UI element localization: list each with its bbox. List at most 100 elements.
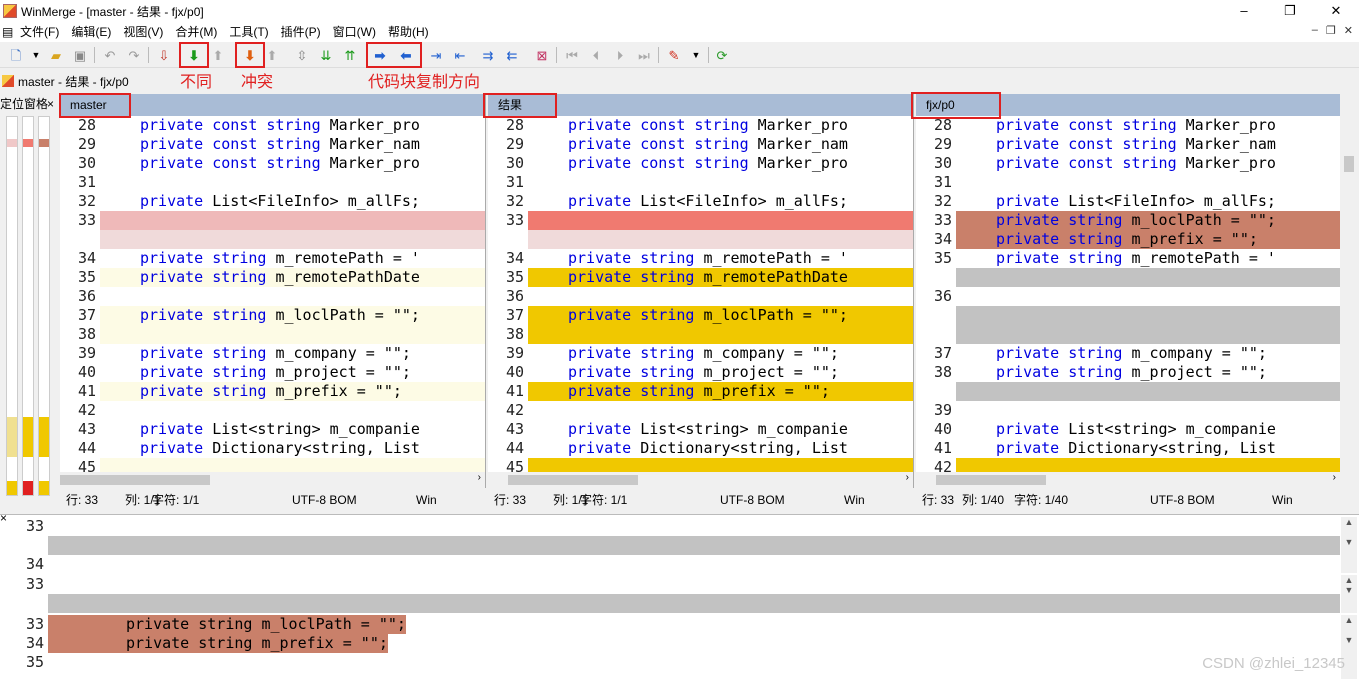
copy-right-advance-icon[interactable]: ⇥: [426, 45, 446, 65]
first-diff-green-icon[interactable]: ⇊: [316, 45, 336, 65]
code-line[interactable]: 38: [488, 325, 913, 344]
horizontal-scrollbar[interactable]: ›: [60, 472, 485, 488]
undo-icon[interactable]: ↶: [100, 45, 120, 65]
copy-right-icon[interactable]: ➡: [370, 45, 390, 65]
code-line[interactable]: 35 private string m_remotePathDate: [488, 268, 913, 287]
mdi-close-button[interactable]: ✕: [1344, 24, 1353, 37]
code-line[interactable]: 36: [60, 287, 485, 306]
mdi-minimize-button[interactable]: –: [1312, 24, 1318, 37]
code-line[interactable]: 34 private string m_remotePath = ': [488, 249, 913, 268]
detail-scrollbar-result[interactable]: ▲ ▼: [1341, 575, 1357, 613]
code-line[interactable]: 33: [488, 211, 913, 230]
detail-line[interactable]: 34 private string m_prefix = "";: [10, 634, 1340, 653]
detail-line[interactable]: 33 private string m_loclPath = "";: [10, 615, 1340, 634]
document-tab[interactable]: master - 结果 - fjx/p0: [0, 70, 129, 92]
detail-block-result[interactable]: 33: [10, 575, 1340, 613]
code-line[interactable]: 31: [488, 173, 913, 192]
menu-edit[interactable]: 编辑(E): [65, 22, 117, 42]
refresh-icon[interactable]: ⟳: [712, 45, 732, 65]
code-line[interactable]: 38: [60, 325, 485, 344]
code-line[interactable]: 31: [60, 173, 485, 192]
doc-menu-icon[interactable]: ▤: [0, 22, 14, 42]
code-line[interactable]: 32 private List<FileInfo> m_allFs;: [916, 192, 1340, 211]
menu-tools[interactable]: 工具(T): [223, 22, 274, 42]
code-line[interactable]: 40 private string m_project = "";: [60, 363, 485, 382]
maximize-button[interactable]: ❐: [1267, 0, 1313, 22]
location-bar-right[interactable]: [38, 116, 50, 496]
code-line[interactable]: 32 private List<FileInfo> m_allFs;: [60, 192, 485, 211]
prev-diff-icon[interactable]: ⬆: [208, 45, 228, 65]
code-line[interactable]: 35 private string m_remotePath = ': [916, 249, 1340, 268]
code-line[interactable]: 41 private string m_prefix = "";: [60, 382, 485, 401]
next-conflict-icon[interactable]: ⬇: [240, 45, 260, 65]
code-line[interactable]: [916, 306, 1340, 325]
detail-scrollbar-master[interactable]: ▲ ▼: [1341, 517, 1357, 573]
detail-block-fjx-p0[interactable]: 33 private string m_loclPath = ""; 34 priva…: [10, 615, 1340, 672]
mdi-restore-button[interactable]: ❐: [1326, 24, 1336, 37]
minimize-button[interactable]: –: [1221, 0, 1267, 22]
code-line[interactable]: 32 private List<FileInfo> m_allFs;: [488, 192, 913, 211]
options-icon[interactable]: ✎: [664, 45, 684, 65]
copy-all-right-icon[interactable]: ⇉: [478, 45, 498, 65]
code-line[interactable]: 36: [916, 287, 1340, 306]
code-line[interactable]: 35 private string m_remotePathDate: [60, 268, 485, 287]
code-view[interactable]: 28 private const string Marker_pro 29 priva…: [916, 116, 1340, 477]
detail-line[interactable]: 35: [10, 653, 1340, 672]
detail-line[interactable]: 34: [10, 555, 1340, 574]
code-line[interactable]: 36: [488, 287, 913, 306]
code-line[interactable]: 44 private Dictionary<string, List: [488, 439, 913, 458]
code-line[interactable]: 40 private List<string> m_companie: [916, 420, 1340, 439]
code-line[interactable]: 28 private const string Marker_pro: [60, 116, 485, 135]
menu-help[interactable]: 帮助(H): [382, 22, 435, 42]
next-diff-icon[interactable]: ⬇: [184, 45, 204, 65]
code-line[interactable]: 42: [488, 401, 913, 420]
last-diff-green-icon[interactable]: ⇈: [340, 45, 360, 65]
location-bar-left[interactable]: [6, 116, 18, 496]
location-pane-close-icon[interactable]: ×: [47, 94, 54, 114]
code-line[interactable]: 33: [60, 211, 485, 230]
copy-left-advance-icon[interactable]: ⇤: [450, 45, 470, 65]
code-line[interactable]: 37 private string m_loclPath = "";: [60, 306, 485, 325]
open-folder-icon[interactable]: ▰: [46, 45, 66, 65]
options-dropdown-icon[interactable]: ▼: [686, 45, 706, 65]
copy-all-left-icon[interactable]: ⇇: [502, 45, 522, 65]
code-line[interactable]: 41 private Dictionary<string, List: [916, 439, 1340, 458]
code-line[interactable]: 42: [60, 401, 485, 420]
new-dropdown-icon[interactable]: ▼: [26, 45, 46, 65]
code-line[interactable]: 38 private string m_project = "";: [916, 363, 1340, 382]
code-line[interactable]: 37 private string m_loclPath = "";: [488, 306, 913, 325]
code-line[interactable]: 43 private List<string> m_companie: [60, 420, 485, 439]
save-icon[interactable]: ▣: [70, 45, 90, 65]
code-line[interactable]: 44 private Dictionary<string, List: [60, 439, 485, 458]
code-line[interactable]: 34 private string m_remotePath = ': [60, 249, 485, 268]
code-view[interactable]: 28 private const string Marker_pro 29 priva…: [60, 116, 485, 477]
code-line[interactable]: 37 private string m_company = "";: [916, 344, 1340, 363]
code-line[interactable]: 31: [916, 173, 1340, 192]
code-line[interactable]: 34 private string m_prefix = "";: [916, 230, 1340, 249]
code-line[interactable]: 30 private const string Marker_pro: [488, 154, 913, 173]
next-file-icon[interactable]: ⏵: [610, 45, 630, 65]
code-line[interactable]: [916, 325, 1340, 344]
redo-icon[interactable]: ↷: [124, 45, 144, 65]
prev-file-icon[interactable]: ⏴: [586, 45, 606, 65]
code-line[interactable]: [916, 268, 1340, 287]
location-bar-middle[interactable]: [22, 116, 34, 496]
horizontal-scrollbar[interactable]: ›: [488, 472, 913, 488]
copy-left-icon[interactable]: ⬅: [396, 45, 416, 65]
code-line[interactable]: 40 private string m_project = "";: [488, 363, 913, 382]
menu-file[interactable]: 文件(F): [14, 22, 65, 42]
first-file-icon[interactable]: ⏮: [562, 45, 582, 65]
menu-window[interactable]: 窗口(W): [327, 22, 382, 42]
close-button[interactable]: ✕: [1313, 0, 1359, 22]
code-line[interactable]: 30 private const string Marker_pro: [60, 154, 485, 173]
current-diff-icon[interactable]: ⇳: [292, 45, 312, 65]
first-diff-icon[interactable]: ⇩: [154, 45, 174, 65]
menu-merge[interactable]: 合并(M): [169, 22, 223, 42]
code-line[interactable]: 30 private const string Marker_pro: [916, 154, 1340, 173]
menu-view[interactable]: 视图(V): [117, 22, 169, 42]
code-line[interactable]: 29 private const string Marker_nam: [488, 135, 913, 154]
code-line[interactable]: [916, 382, 1340, 401]
code-line[interactable]: [60, 230, 485, 249]
detail-line[interactable]: 33: [10, 575, 1340, 594]
last-file-icon[interactable]: ⏭: [634, 45, 654, 65]
